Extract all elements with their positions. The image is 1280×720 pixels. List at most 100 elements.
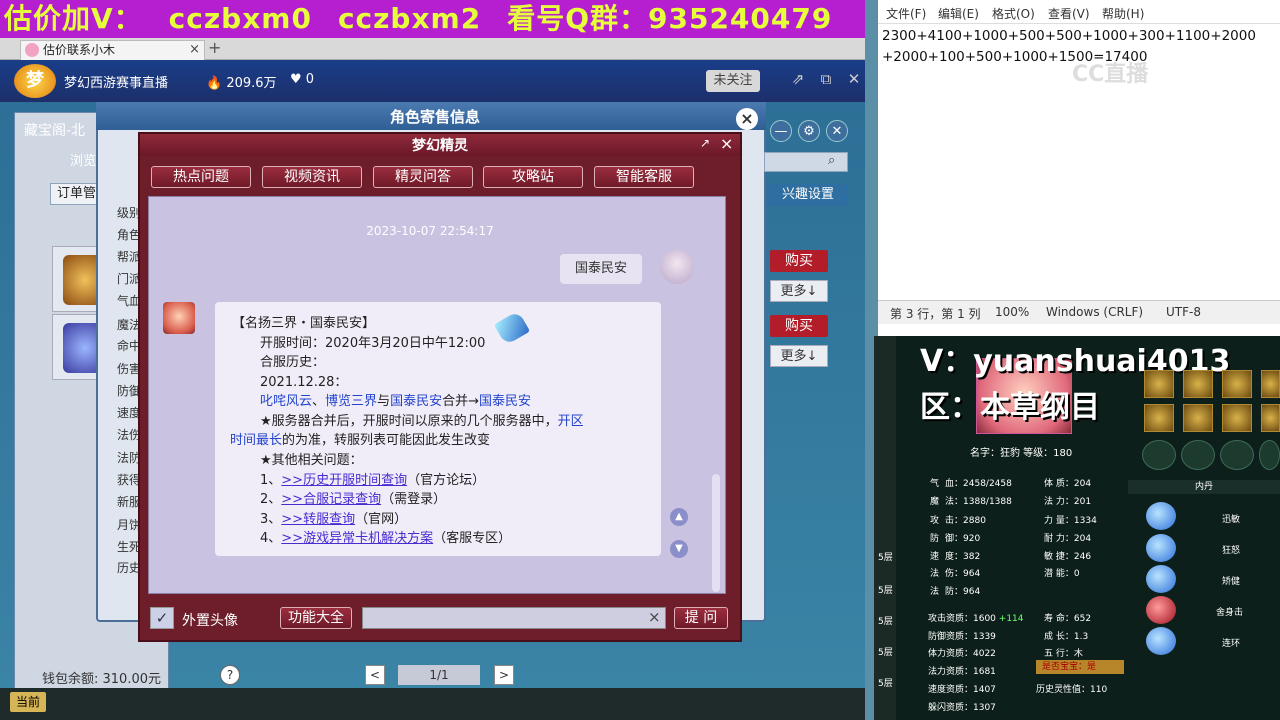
settings-icon[interactable]: ⚙ [798,120,820,142]
empty-slot[interactable] [1220,440,1254,470]
search-icon[interactable]: ⌕ [828,153,835,168]
banner-segment: cczbxm0 [168,2,312,35]
equipment-slot[interactable] [1261,404,1280,432]
stat-key: 攻 [930,516,940,526]
popout-icon[interactable]: ⧉ [816,70,836,90]
more-button[interactable]: 更多↓ [770,280,828,302]
skill-icon[interactable] [1146,565,1176,593]
tab-hot-questions[interactable]: 热点问题 [151,166,251,188]
next-page-button[interactable]: > [494,665,514,685]
more-button[interactable]: 更多↓ [770,345,828,367]
menu-help[interactable]: 帮助(H) [1102,5,1144,22]
stat-magic-damage: 法伤：964 [930,566,980,579]
user-avatar [660,250,694,284]
stat-key: 速 [930,552,940,562]
empty-slot[interactable] [1259,440,1280,470]
history-spirit: 历史灵性值：110 [1036,685,1108,695]
empty-slot[interactable] [1181,440,1215,470]
note-line-1: ★服务器合并后，开服时间以原来的几个服务器中，开区 [260,410,584,429]
thumbs-down-icon[interactable]: ▼ [670,540,688,558]
skill-icon[interactable] [1146,627,1176,655]
equipment-slot[interactable] [1144,370,1174,398]
user-message: 国泰民安 [560,254,642,284]
browser-tab[interactable]: 估价联系小木 × [20,40,205,60]
new-tab-icon[interactable]: + [208,38,221,57]
share-icon[interactable]: ⇗ [788,70,808,90]
window-close-icon[interactable]: ✕ [826,120,848,142]
tab-close-icon[interactable]: × [189,41,200,59]
prev-page-button[interactable]: < [365,665,385,685]
tab-guide-site[interactable]: 攻略站 [483,166,583,188]
faq-link[interactable]: >>转服查询 [281,512,355,527]
chat-scrollbar[interactable] [712,474,720,592]
stat-value: 血：2458/2458 [945,479,1012,489]
merge-sep: 与 [377,394,391,409]
follow-button[interactable]: 未关注 [706,70,760,92]
stat-key: 法 [930,569,940,579]
stat-value: 度：382 [945,552,981,562]
treasure-title: 藏宝阁-北 [24,123,86,139]
stat-key: 气 [930,479,940,489]
menu-format[interactable]: 格式(O) [992,5,1035,22]
cc-watermark: CC直播 [1072,62,1149,87]
interest-settings-button[interactable]: 兴趣设置 [768,184,848,206]
equipment-slot[interactable] [1261,370,1280,398]
lifespan: 寿 命：652 [1044,614,1092,624]
game-bottom-bar [0,688,865,720]
clear-input-icon[interactable]: × [648,608,661,626]
character-name-level: 名字：狂豹 等级：180 [970,448,1073,459]
menu-file[interactable]: 文件(F) [886,5,926,22]
current-channel-button[interactable]: 当前 [10,692,46,712]
banner-segment: 看号Q群：935240479 [507,2,833,35]
skill-icon[interactable] [1146,534,1176,562]
stat-speed: 速度：382 [930,549,980,562]
empty-slot[interactable] [1142,440,1176,470]
level-strip [874,336,896,720]
faq-link[interactable]: >>历史开服时间查询 [281,473,407,488]
ask-button[interactable]: 提 问 [674,607,728,629]
question-input[interactable] [362,607,666,629]
faq-link[interactable]: >>合服记录查询 [281,492,381,507]
help-icon[interactable]: ? [220,665,240,685]
tab-smart-service[interactable]: 智能客服 [594,166,694,188]
qual-mp: 法力资质：1681 [928,667,996,677]
faq-item: 3、>>转服查询（官网） [260,508,407,527]
skill-icon[interactable] [1146,596,1176,624]
level-label: 5层 [878,586,893,596]
close-icon[interactable]: ✕ [844,70,864,90]
equipment-slot[interactable] [1183,404,1213,432]
buy-button[interactable]: 购买 [770,250,828,272]
note-highlight: 时间最长 [230,433,283,448]
sprite-close-icon[interactable]: × [720,134,733,153]
equipment-slot[interactable] [1222,370,1252,398]
tab-video-news[interactable]: 视频资讯 [262,166,362,188]
faq-link[interactable]: >>游戏异常卡机解决方案 [281,531,433,546]
thumbs-up-icon[interactable]: ▲ [670,508,688,526]
menu-edit[interactable]: 编辑(E) [938,5,979,22]
sale-close-icon[interactable]: × [736,108,758,130]
functions-button[interactable]: 功能大全 [280,607,352,629]
equipment-slot[interactable] [1144,404,1174,432]
outer-avatar-checkbox[interactable]: ✓ [150,607,174,629]
faq-num: 2、 [260,492,282,507]
sale-info-title: 角色寄售信息 [389,108,480,126]
level-label: 5层 [878,553,893,563]
skill-icon[interactable] [1146,502,1176,530]
browse-label[interactable]: 浏览 [70,150,96,169]
server-name: 叱咤风云 [260,394,313,409]
skill-name: 狂怒 [1222,546,1241,556]
menu-view[interactable]: 查看(V) [1048,5,1090,22]
equipment-slot[interactable] [1222,404,1252,432]
expand-icon[interactable]: ↗ [700,136,710,150]
qual-attack: 攻击资质：1600 +114 [928,611,1024,624]
skill-name: 舍身击 [1216,608,1244,618]
heat-count: 🔥 209.6万 [206,76,277,91]
equipment-slot[interactable] [1183,370,1213,398]
stat-value: 伤：964 [945,569,981,579]
encoding: UTF-8 [1166,305,1201,319]
minimize-icon[interactable]: — [770,120,792,142]
tab-sprite-qa[interactable]: 精灵问答 [373,166,473,188]
note-text: 的为准，转服列表可能因此发生改变 [282,433,491,448]
buy-button[interactable]: 购买 [770,315,828,337]
search-input[interactable] [764,152,848,172]
